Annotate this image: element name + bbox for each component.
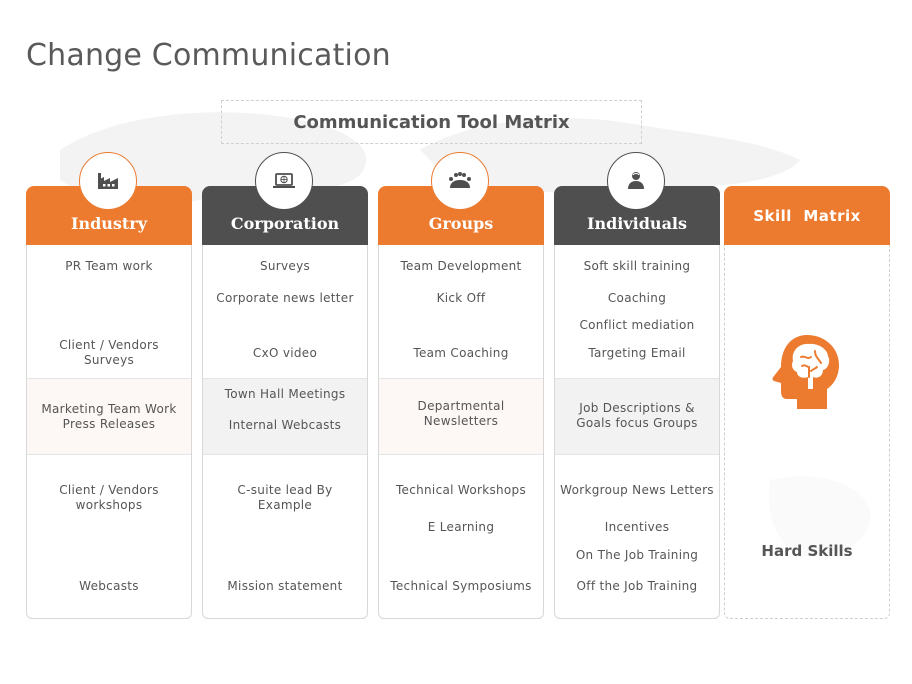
column-body: PR Team work Client / Vendors Surveys Ma… [26,245,192,619]
column-header-industry: Industry [26,152,192,245]
column-header-individuals: Individuals [554,152,720,245]
list-item: C-suite lead By Example [237,483,333,512]
laptop-globe-icon [273,173,295,188]
list-item: Corporate news letter [216,291,354,305]
skill-matrix-label: Skill Matrix [753,206,861,225]
list-item: Soft skill training [583,259,691,273]
icon-badge [79,152,137,210]
list-item: CxO video [252,346,318,360]
icon-badge [431,152,489,210]
list-item: Town Hall Meetings [224,387,346,401]
icon-badge [255,152,313,210]
list-item: Targeting Email [588,346,686,360]
column-label: Corporation [230,214,340,233]
highlight-band: Job Descriptions & Goals focus Groups [555,378,719,455]
list-item: Client / Vendors workshops [59,483,159,512]
list-item: Off the Job Training [576,579,698,593]
list-item: Kick Off [436,291,486,305]
skill-matrix-header: Skill Matrix [724,186,890,245]
column-label: Industry [70,214,148,233]
column-skill-matrix: Skill Matrix Hard Skills [724,186,890,619]
list-item: Technical Workshops [395,483,527,497]
column-corporation: Corporation Surveys Corporate news lette… [202,152,368,619]
column-body: Team Development Kick Off Team Coaching … [378,245,544,619]
matrix-title-text: Communication Tool Matrix [293,111,570,133]
column-individuals: Individuals Soft skill training Coaching… [554,152,720,619]
list-item: Technical Symposiums [390,579,532,593]
person-icon [628,172,644,189]
list-item: On The Job Training [575,548,699,562]
highlight-band: Departmental Newsletters [379,378,543,455]
list-item: Team Development [400,259,522,273]
skill-matrix-body: Hard Skills [724,245,890,619]
icon-badge [607,152,665,210]
list-item: Job Descriptions & Goals focus Groups [576,401,698,430]
matrix-title: Communication Tool Matrix [221,100,642,144]
list-item: Surveys [259,259,311,273]
list-item: Client / Vendors Surveys [59,338,159,367]
column-label: Individuals [586,214,688,233]
group-meeting-icon [449,172,471,188]
list-item: Departmental Newsletters [417,399,505,428]
hard-skills-label: Hard Skills [761,542,853,560]
column-body: Surveys Corporate news letter CxO video … [202,245,368,619]
column-header-groups: Groups [378,152,544,245]
list-item: Internal Webcasts [228,418,342,432]
list-item: Incentives [604,520,670,534]
highlight-band: Marketing Team Work Press Releases [27,378,191,455]
head-brain-icon [772,335,839,409]
column-industry: Industry PR Team work Client / Vendors S… [26,152,192,619]
list-item: Webcasts [79,579,139,593]
list-item: PR Team work [65,259,153,273]
column-header-corporation: Corporation [202,152,368,245]
list-item: Coaching [607,291,667,305]
column-groups: Groups Team Development Kick Off Team Co… [378,152,544,619]
list-item: Conflict mediation [579,318,695,332]
list-item: Marketing Team Work Press Releases [41,402,177,431]
column-label: Groups [428,214,494,233]
highlight-band: Town Hall Meetings Internal Webcasts [203,378,367,455]
list-item: Team Coaching [413,346,509,360]
column-body: Soft skill training Coaching Conflict me… [554,245,720,619]
factory-icon [98,173,118,189]
list-item: E Learning [427,520,495,534]
list-item: Mission statement [227,579,343,593]
list-item: Workgroup News Letters [560,483,714,497]
page-title: Change Communication [26,38,391,73]
